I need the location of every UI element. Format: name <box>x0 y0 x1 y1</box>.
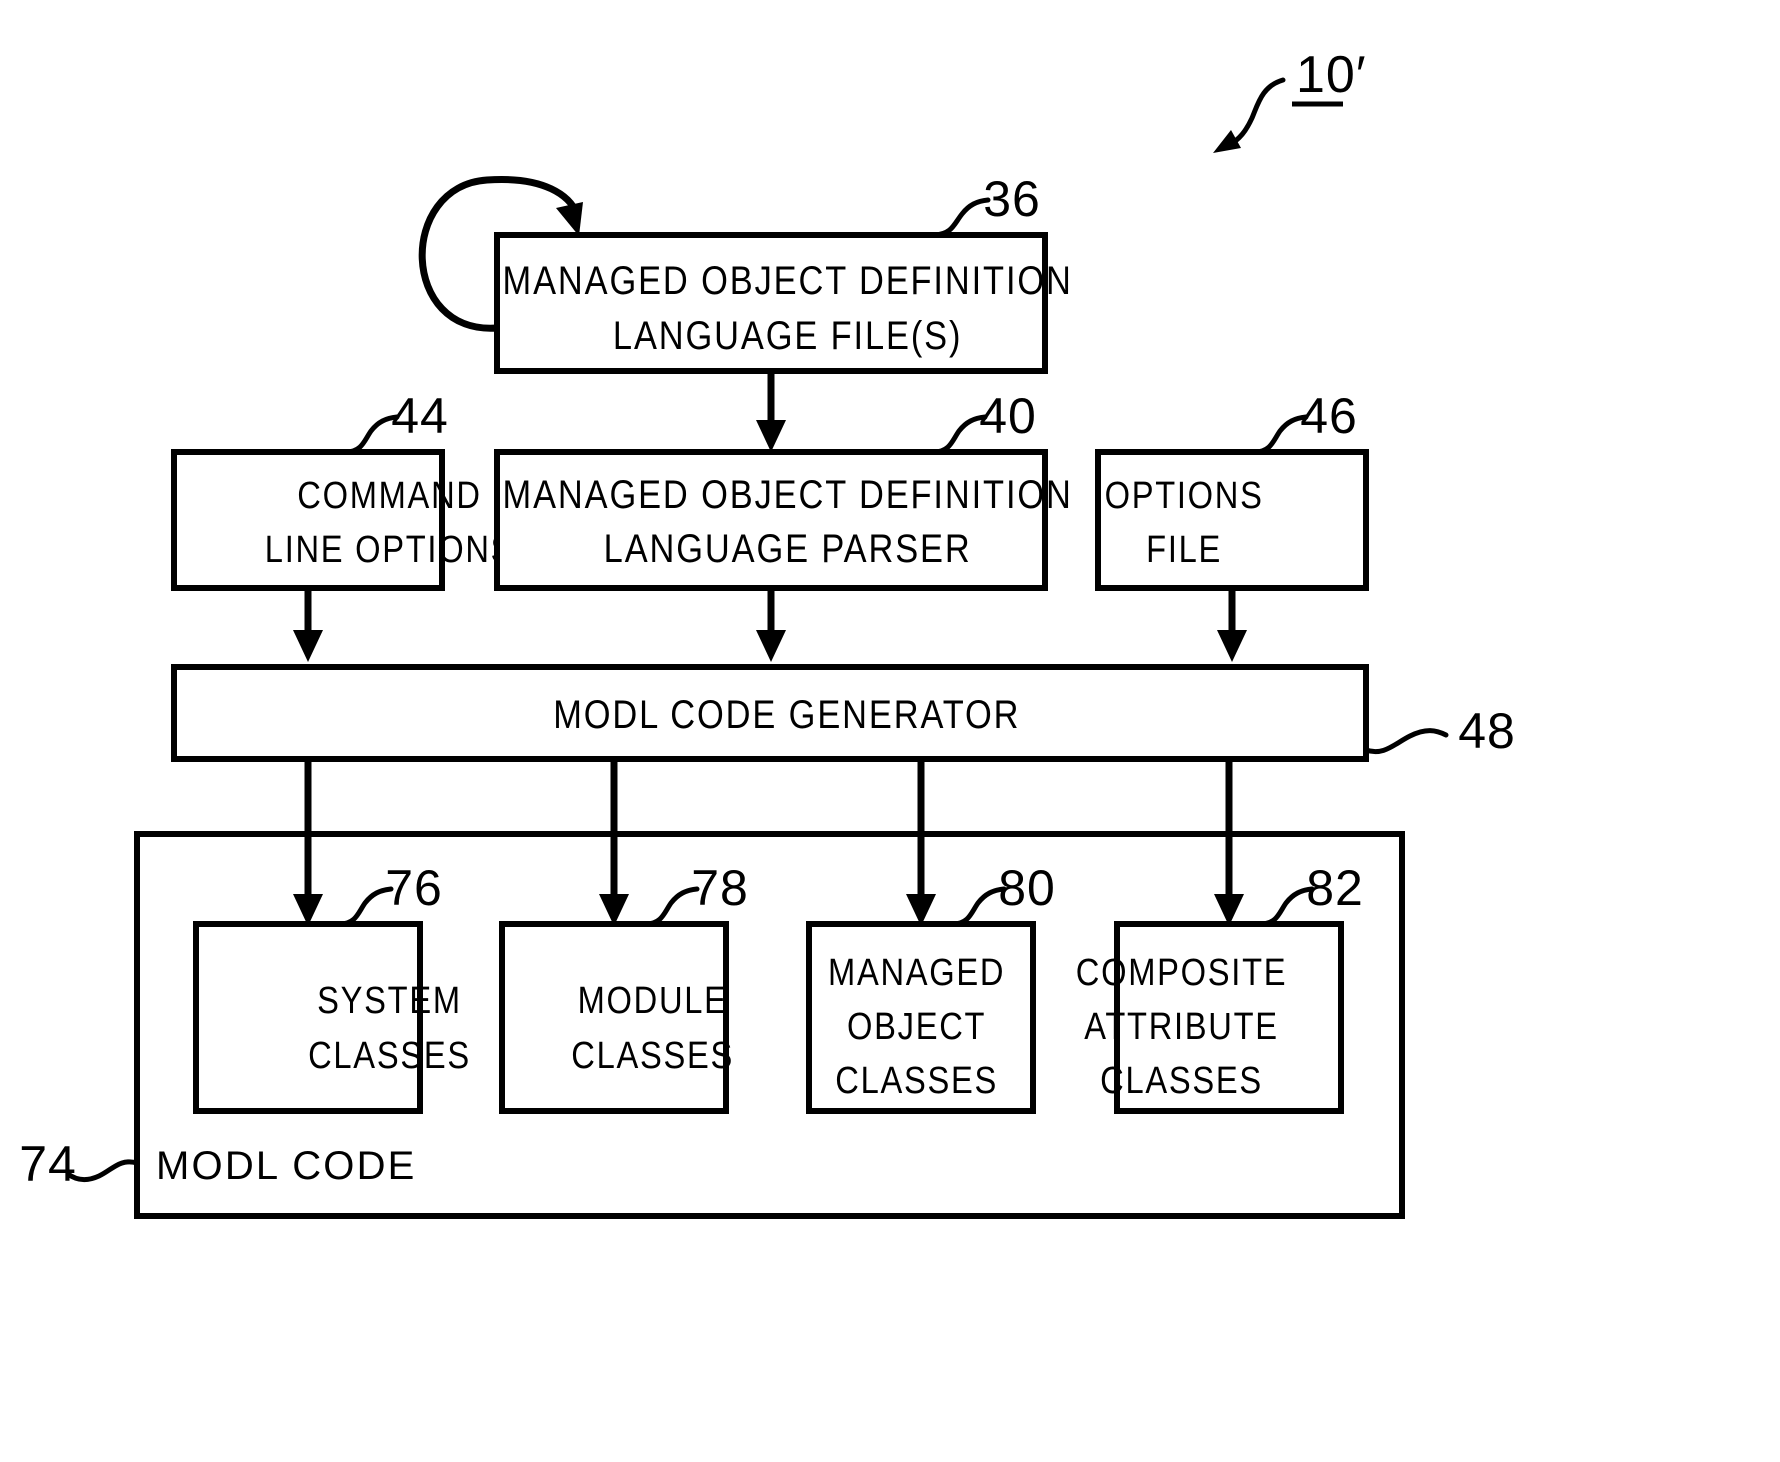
arrow-optionsfile-to-generator-head <box>1217 630 1247 662</box>
arrow-files-to-parser <box>756 371 786 452</box>
system-classes-ref-number: 76 <box>385 860 443 916</box>
code-generator-label: MODL CODE GENERATOR <box>553 692 1020 737</box>
modl-files-box-group: MANAGED OBJECT DEFINITION LANGUAGE FILE(… <box>494 171 1073 374</box>
module-classes-ref-number: 78 <box>691 860 749 916</box>
modl-files-ref-leader <box>932 197 991 238</box>
command-line-options-ref-leader <box>344 414 400 455</box>
code-generator-box-group: MODL CODE GENERATOR 48 <box>171 664 1516 762</box>
modl-code-container-ref-number: 74 <box>19 1136 77 1192</box>
options-file-ref-leader <box>1253 414 1309 455</box>
arrows-into-generator <box>293 588 1247 662</box>
options-file-ref-number: 46 <box>1300 388 1358 444</box>
managed-object-classes-ref-leader <box>951 886 1007 927</box>
command-line-options-box-group: COMMAND LINE OPTIONS 44 <box>171 388 514 591</box>
modl-files-line-2: LANGUAGE FILE(S) <box>613 313 962 358</box>
figure-number-leader <box>1225 77 1286 149</box>
managed-object-classes-line-3: CLASSES <box>835 1059 998 1102</box>
modl-parser-box-group: MANAGED OBJECT DEFINITION LANGUAGE PARSE… <box>494 388 1073 591</box>
figure-number-label: 10′ <box>1296 46 1367 104</box>
system-classes-box-group: SYSTEM CLASSES 76 <box>193 860 471 1114</box>
modl-files-line-1: MANAGED OBJECT DEFINITION <box>503 258 1073 303</box>
modl-code-container-label: MODL CODE <box>156 1144 417 1188</box>
modl-code-container-ref-leader <box>65 1159 140 1183</box>
modl-files-ref-number: 36 <box>983 171 1041 227</box>
command-line-options-ref-number: 44 <box>391 388 449 444</box>
arrow-parser-to-generator-head <box>756 630 786 662</box>
arrow-files-to-parser-head <box>756 420 786 452</box>
modl-parser-line-1: MANAGED OBJECT DEFINITION <box>503 472 1073 517</box>
composite-attribute-classes-line-2: ATTRIBUTE <box>1084 1005 1279 1048</box>
managed-object-classes-line-1: MANAGED <box>828 951 1005 994</box>
command-line-options-line-2: LINE OPTIONS <box>265 528 514 571</box>
code-generator-ref-number: 48 <box>1458 703 1516 759</box>
system-classes-line-2: CLASSES <box>308 1034 471 1077</box>
managed-object-classes-line-2: OBJECT <box>847 1005 986 1048</box>
module-classes-line-1: MODULE <box>578 979 728 1022</box>
managed-object-classes-ref-number: 80 <box>998 860 1056 916</box>
command-line-options-line-1: COMMAND <box>297 474 481 517</box>
options-file-box-group: OPTIONS FILE 46 <box>1095 388 1369 591</box>
modl-parser-ref-number: 40 <box>979 388 1037 444</box>
options-file-line-2: FILE <box>1146 528 1222 571</box>
composite-attribute-classes-line-1: COMPOSITE <box>1076 951 1287 994</box>
module-classes-line-2: CLASSES <box>571 1034 734 1077</box>
composite-attribute-classes-ref-leader <box>1259 886 1315 927</box>
code-generator-ref-leader <box>1363 728 1449 754</box>
composite-attribute-classes-line-3: CLASSES <box>1100 1059 1263 1102</box>
patent-figure: 10′ MANAGED OBJECT DEFINITION LANGUAGE F… <box>0 0 1780 1462</box>
options-file-line-1: OPTIONS <box>1105 474 1264 517</box>
figure-number-group: 10′ <box>1213 46 1367 153</box>
module-classes-ref-leader <box>644 886 700 927</box>
arrow-options-to-generator-head <box>293 630 323 662</box>
composite-attribute-classes-ref-number: 82 <box>1306 860 1364 916</box>
system-classes-ref-leader <box>338 886 394 927</box>
self-loop-arrowhead <box>556 202 583 236</box>
options-file-box <box>1095 449 1369 591</box>
diagram-canvas: 10′ MANAGED OBJECT DEFINITION LANGUAGE F… <box>19 46 1516 1219</box>
system-classes-line-1: SYSTEM <box>317 979 462 1022</box>
figure-number-arrowhead <box>1213 130 1241 153</box>
modl-parser-ref-leader <box>932 414 988 455</box>
modl-parser-line-2: LANGUAGE PARSER <box>604 526 972 571</box>
